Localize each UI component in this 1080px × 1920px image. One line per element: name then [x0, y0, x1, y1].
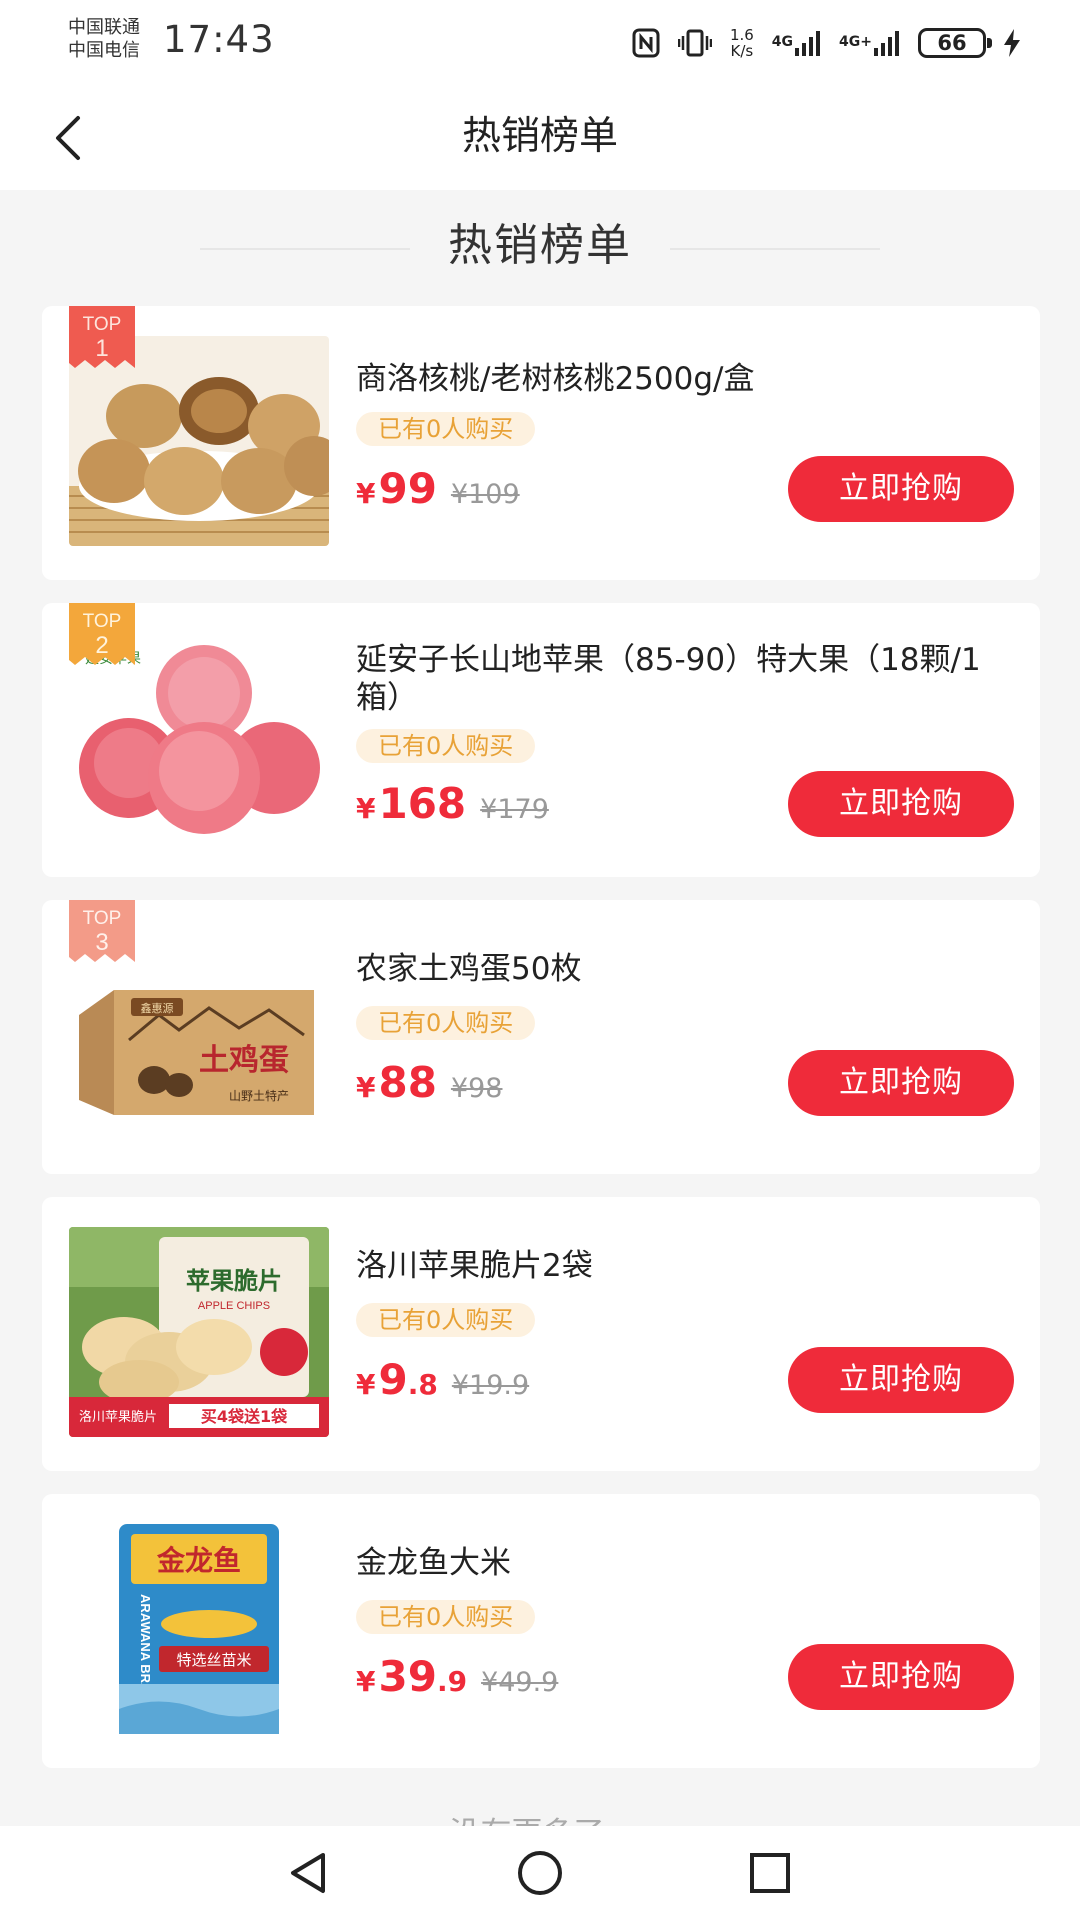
- currency-symbol: ¥: [356, 1665, 376, 1698]
- product-card[interactable]: 延安苹果 TOP 2 延安子长山地苹果（85-90）特大果（18颗/1箱） 已有…: [42, 603, 1040, 877]
- price-integer: 99: [378, 464, 437, 513]
- price-decimal: .9: [436, 1665, 468, 1698]
- system-home-button[interactable]: [510, 1843, 570, 1903]
- system-nav-bar: [0, 1826, 1080, 1920]
- circle-home-icon: [518, 1851, 562, 1895]
- original-price: ¥19.9: [451, 1370, 530, 1401]
- speed-unit: K/s: [730, 42, 754, 60]
- original-price: ¥98: [450, 1073, 503, 1104]
- rank-badge-label: TOP: [83, 314, 122, 335]
- price-integer: 9: [378, 1355, 408, 1404]
- rank-badge-label: TOP: [83, 611, 122, 632]
- buyers-count-badge: 已有0人购买: [356, 1600, 536, 1634]
- signal-1: 4G: [772, 30, 821, 56]
- rank-badge: TOP 1: [69, 306, 135, 368]
- chips-promo: 买4袋送1袋: [201, 1407, 288, 1426]
- product-image-apple-chips[interactable]: 苹果脆片 APPLE CHIPS 洛川苹果脆片 买4袋送1袋: [69, 1227, 329, 1437]
- triangle-back-icon: [291, 1853, 325, 1893]
- battery-indicator: 66: [918, 28, 992, 58]
- egg-box-title: 土鸡蛋: [199, 1043, 289, 1078]
- vibrate-icon: [677, 28, 712, 58]
- current-price: ¥ 9 .8: [356, 1355, 438, 1404]
- price-row: ¥ 168 ¥179: [356, 779, 549, 828]
- chips-banner: 洛川苹果脆片: [79, 1409, 157, 1425]
- product-card[interactable]: 鑫惠源 土鸡蛋 山野土特产 TOP 3 农家土鸡蛋50枚 已有0人购买 ¥ 88: [42, 900, 1040, 1174]
- current-price: ¥ 39 .9: [356, 1652, 467, 1701]
- rank-number: 1: [95, 335, 108, 362]
- status-time: 17:43: [163, 18, 275, 61]
- buyers-count-badge: 已有0人购买: [356, 412, 536, 446]
- price-row: ¥ 99 ¥109: [356, 464, 520, 513]
- buy-now-button[interactable]: 立即抢购: [788, 456, 1014, 522]
- price-integer: 168: [378, 779, 467, 828]
- buyers-count-badge: 已有0人购买: [356, 1303, 536, 1337]
- system-back-button[interactable]: [278, 1843, 338, 1903]
- rice-brand: 金龙鱼: [156, 1544, 241, 1577]
- rank-badge-label: TOP: [83, 908, 122, 929]
- rice-type: 特选丝苗米: [176, 1651, 251, 1669]
- product-title[interactable]: 商洛核桃/老树核桃2500g/盒: [356, 360, 1006, 398]
- price-row: ¥ 9 .8 ¥19.9: [356, 1355, 529, 1404]
- current-price: ¥ 99: [356, 464, 437, 513]
- lightning-icon: [1004, 29, 1020, 57]
- price-row: ¥ 39 .9 ¥49.9: [356, 1652, 558, 1701]
- buy-now-button[interactable]: 立即抢购: [788, 1050, 1014, 1116]
- product-card[interactable]: 金龙鱼 ARAWANA BRAND 特选丝苗米 金龙鱼大米 已有0人购买 ¥ 3…: [42, 1494, 1040, 1768]
- price-integer: 39: [378, 1652, 437, 1701]
- product-title[interactable]: 金龙鱼大米: [356, 1544, 1006, 1582]
- carrier-2: 中国电信: [68, 40, 140, 61]
- product-image-rice[interactable]: 金龙鱼 ARAWANA BRAND 特选丝苗米: [69, 1524, 329, 1734]
- currency-symbol: ¥: [356, 1368, 376, 1401]
- chips-brand: 苹果脆片: [186, 1266, 282, 1295]
- buy-now-button[interactable]: 立即抢购: [788, 771, 1014, 837]
- section-title: 热销榜单: [448, 220, 632, 271]
- original-price: ¥179: [480, 794, 549, 825]
- price-decimal: .8: [407, 1368, 438, 1401]
- product-title[interactable]: 洛川苹果脆片2袋: [356, 1247, 1006, 1285]
- buy-now-button[interactable]: 立即抢购: [788, 1347, 1014, 1413]
- product-title[interactable]: 延安子长山地苹果（85-90）特大果（18颗/1箱）: [356, 641, 1006, 717]
- currency-symbol: ¥: [356, 792, 376, 825]
- buyers-count-badge: 已有0人购买: [356, 1006, 536, 1040]
- signal-2: 4G+: [839, 30, 900, 56]
- carrier-1: 中国联通: [68, 17, 140, 38]
- buyers-count-badge: 已有0人购买: [356, 729, 536, 763]
- rank-number: 2: [95, 632, 108, 659]
- speed-value: 1.6: [729, 26, 754, 44]
- current-price: ¥ 168: [356, 779, 466, 828]
- nfc-icon: [632, 28, 660, 58]
- square-recents-icon: [750, 1853, 790, 1893]
- network-type-1: 4G: [771, 34, 794, 50]
- carrier-info: 中国联通 中国电信: [68, 16, 168, 62]
- product-card[interactable]: TOP 1 商洛核桃/老树核桃2500g/盒 已有0人购买 ¥ 99 ¥109 …: [42, 306, 1040, 580]
- price-row: ¥ 88 ¥98: [356, 1058, 502, 1107]
- rank-number: 3: [95, 929, 108, 956]
- price-integer: 88: [378, 1058, 437, 1107]
- currency-symbol: ¥: [356, 1071, 376, 1104]
- product-card[interactable]: 苹果脆片 APPLE CHIPS 洛川苹果脆片 买4袋送1袋 洛川苹果脆片2袋 …: [42, 1197, 1040, 1471]
- signal-icon: [874, 31, 899, 56]
- original-price: ¥49.9: [481, 1667, 559, 1698]
- rank-badge: TOP 3: [69, 900, 135, 962]
- product-title[interactable]: 农家土鸡蛋50枚: [356, 950, 1006, 988]
- system-recents-button[interactable]: [740, 1843, 800, 1903]
- egg-box-subtitle: 山野土特产: [229, 1088, 289, 1103]
- top-nav-bar: 热销榜单: [0, 86, 1080, 190]
- chips-en: APPLE CHIPS: [198, 1300, 270, 1312]
- signal-icon: [795, 31, 821, 56]
- network-type-2: 4G+: [839, 34, 872, 50]
- section-heading: 热销榜单: [0, 212, 1080, 282]
- page: 中国联通 中国电信 17:43 1.6 K/s 4G 4G+ 66 热销榜单 热…: [0, 0, 1080, 1920]
- network-speed: 1.6 K/s: [730, 27, 754, 59]
- currency-symbol: ¥: [356, 477, 376, 510]
- page-title: 热销榜单: [461, 114, 618, 159]
- egg-box-brand: 鑫惠源: [141, 1001, 174, 1015]
- current-price: ¥ 88: [356, 1058, 437, 1107]
- original-price: ¥109: [450, 479, 520, 510]
- buy-now-button[interactable]: 立即抢购: [788, 1644, 1014, 1710]
- rank-badge: TOP 2: [69, 603, 135, 665]
- status-bar: 中国联通 中国电信 17:43 1.6 K/s 4G 4G+ 66: [0, 0, 1080, 86]
- status-icons: 1.6 K/s 4G 4G+ 66: [632, 20, 1020, 66]
